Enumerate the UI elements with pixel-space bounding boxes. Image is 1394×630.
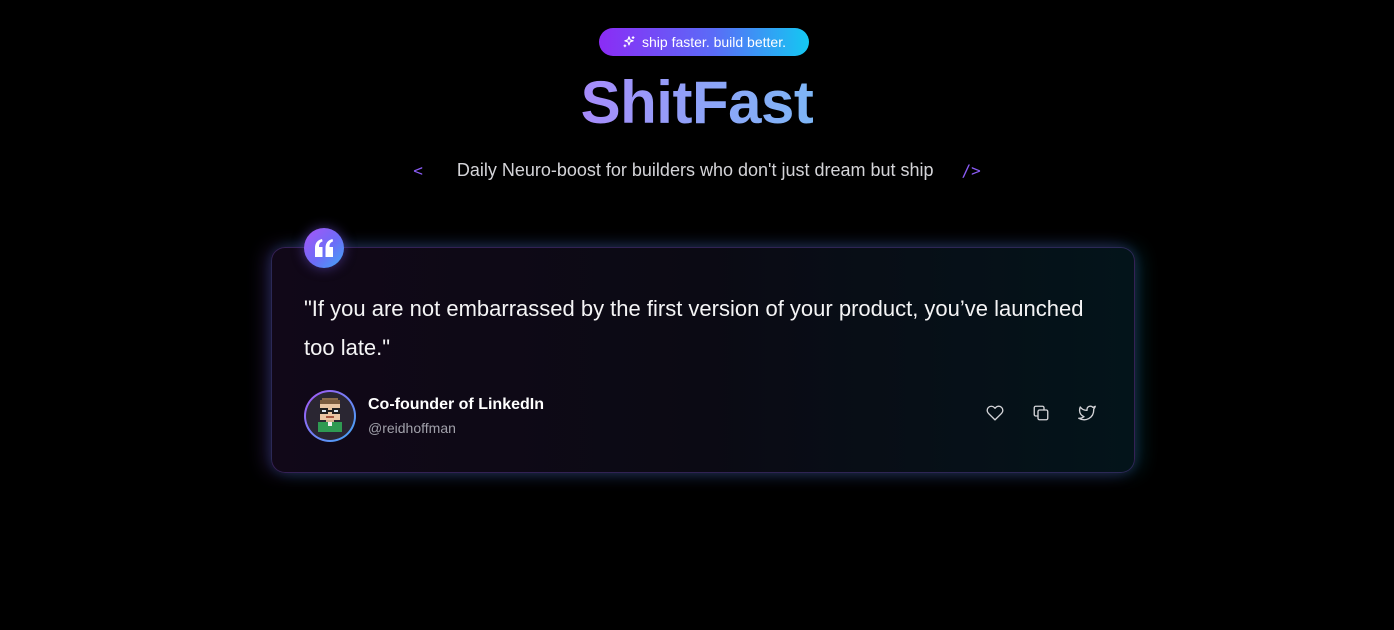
heart-icon [986,404,1004,427]
pixel-avatar-icon [306,392,354,440]
copy-button[interactable] [1031,405,1051,425]
page: ship faster. build better. ShitFast < Da… [0,0,1394,630]
sparkle-icon [622,35,636,49]
badge-label: ship faster. build better. [642,34,786,50]
author-name: Co-founder of LinkedIn [368,396,544,413]
author-avatar [304,390,356,442]
tweet-button[interactable] [1077,405,1097,425]
copy-icon [1032,404,1050,427]
tagline-text: Daily Neuro-boost for builders who don't… [456,159,934,180]
close-bracket: /> [961,160,981,180]
quote-text: "If you are not embarrassed by the first… [304,296,1084,360]
site-title: ShitFast [0,70,1394,136]
quote-mark-icon [304,228,344,268]
like-button[interactable] [985,405,1005,425]
twitter-icon [1078,404,1096,427]
tagline-badge: ship faster. build better. [599,28,809,56]
open-bracket: < [413,160,423,180]
tagline-row: < Daily Neuro-boost for builders who don… [0,158,1394,182]
site-title-text: ShitFast [580,69,814,136]
author-handle: @reidhoffman [368,420,456,436]
